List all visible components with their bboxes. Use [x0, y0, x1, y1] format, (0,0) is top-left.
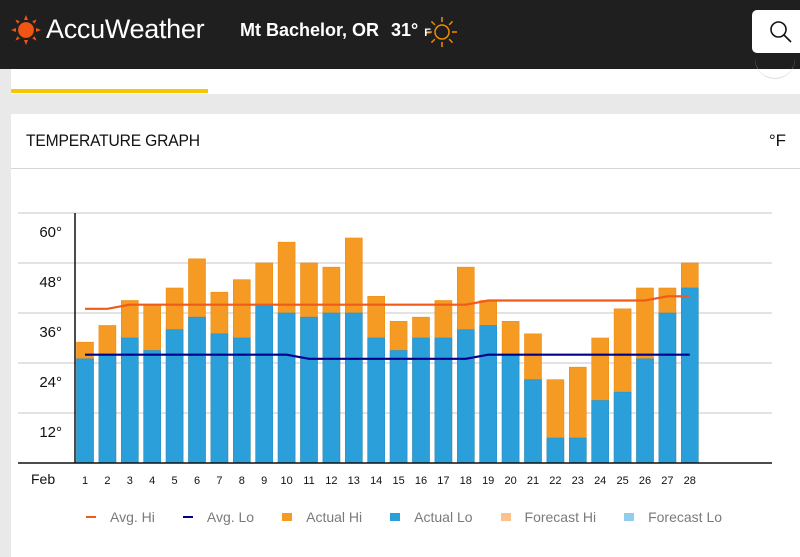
legend-swatch	[182, 516, 193, 518]
x-tick-label: 6	[194, 475, 200, 487]
x-tick-label: 11	[303, 475, 314, 487]
actual-lo-bar	[680, 287, 699, 464]
actual-lo-bar	[188, 316, 206, 464]
x-tick-label: 20	[504, 475, 516, 487]
actual-lo-bar	[143, 350, 161, 464]
y-tick-label: 36°	[39, 324, 62, 341]
x-tick-label: 16	[415, 475, 427, 487]
legend-label: Forecast Lo	[648, 509, 723, 525]
actual-lo-bar	[613, 391, 632, 464]
y-tick-label: 24°	[39, 374, 62, 391]
search-icon	[770, 21, 792, 43]
actual-lo-bar	[300, 316, 318, 464]
x-tick-label: 2	[104, 475, 110, 487]
x-tick-label: 18	[460, 475, 472, 487]
active-tab-indicator	[11, 89, 208, 93]
y-tick-label: 12°	[39, 424, 62, 441]
x-tick-label: 8	[239, 475, 245, 487]
brand-name: AccuWeather	[46, 14, 205, 44]
legend-item[interactable]: Actual Lo	[390, 509, 473, 525]
actual-lo-bar	[277, 312, 296, 464]
legend-label: Actual Hi	[306, 509, 363, 525]
x-tick-label: 10	[280, 475, 292, 487]
actual-lo-bar	[76, 358, 94, 464]
accuweather-sun-logo-icon	[11, 14, 41, 45]
chart-legend: Avg. Hi Avg. Lo Actual Hi Actual Lo Forecast…	[86, 509, 750, 525]
legend-label: Avg. Lo	[206, 509, 255, 525]
legend-swatch	[282, 513, 293, 521]
accuweather-logo[interactable]: AccuWeather	[11, 14, 205, 45]
sub-navigation	[11, 69, 800, 94]
x-tick-label: 28	[684, 475, 696, 487]
actual-lo-bar	[434, 337, 453, 464]
menu-button-edge[interactable]	[755, 49, 795, 79]
current-location[interactable]: Mt Bachelor, OR 31° F	[240, 20, 431, 41]
x-tick-label: 26	[639, 475, 651, 487]
actual-lo-bar	[658, 312, 677, 464]
actual-lo-bar	[165, 329, 184, 464]
actual-lo-bar	[546, 437, 565, 464]
legend-item[interactable]: Actual Hi	[282, 509, 362, 525]
x-tick-label: 25	[616, 475, 628, 487]
actual-lo-bar	[233, 337, 251, 464]
x-tick-label: 17	[437, 475, 449, 487]
legend-item[interactable]: Forecast Lo	[624, 509, 722, 525]
x-tick-label: 24	[594, 475, 606, 487]
x-tick-label: 27	[661, 475, 673, 487]
actual-lo-bar	[322, 312, 341, 464]
x-tick-label: 3	[127, 475, 133, 487]
legend-swatch	[390, 513, 401, 521]
legend-label: Avg. Hi	[110, 509, 155, 525]
temperature-chart: 12°24°36°48°60°1 2 3 4 5 6 7 8 9 10 11 12 13 14 15 16 17…	[18, 212, 772, 487]
current-temperature: 31°	[391, 20, 419, 40]
actual-lo-bar	[98, 354, 117, 464]
legend-item[interactable]: Avg. Hi	[86, 509, 155, 525]
legend-label: Forecast Hi	[524, 509, 597, 525]
actual-lo-bar	[636, 358, 654, 464]
sunny-icon	[426, 16, 458, 48]
temperature-graph-card: TEMPERATURE GRAPH °F 12° 24° 36° 48° 60° 1 2 3 4…	[11, 114, 800, 557]
legend-item[interactable]: Avg. Lo	[182, 509, 255, 525]
actual-lo-bar	[568, 437, 587, 464]
location-name: Mt Bachelor, OR	[240, 20, 380, 40]
top-bar: AccuWeather Mt Bachelor, OR 31° F	[0, 0, 800, 69]
actual-lo-bar	[524, 379, 542, 464]
y-tick-label: 60°	[39, 224, 62, 241]
x-tick-label: 12	[325, 475, 337, 487]
x-tick-label: 19	[482, 475, 494, 487]
actual-lo-bar	[210, 333, 229, 464]
x-tick-label: 22	[549, 475, 561, 487]
x-tick-label: 1	[82, 475, 88, 487]
legend-swatch	[624, 513, 635, 521]
x-tick-label: 7	[216, 475, 222, 487]
x-axis-label: Feb	[31, 471, 55, 487]
legend-swatch	[500, 513, 511, 521]
actual-lo-bar	[479, 325, 498, 464]
y-tick-label: 48°	[39, 274, 62, 291]
x-tick-label: 23	[572, 475, 584, 487]
actual-lo-bar	[591, 400, 610, 464]
actual-lo-bar	[389, 350, 408, 464]
actual-lo-bar	[121, 337, 139, 464]
search-button[interactable]	[752, 10, 800, 53]
legend-item[interactable]: Forecast Hi	[500, 509, 597, 525]
actual-lo-bar	[367, 337, 386, 464]
actual-lo-bar	[456, 329, 475, 464]
x-tick-label: 14	[370, 475, 382, 487]
actual-lo-bar	[501, 354, 520, 464]
x-tick-label: 5	[172, 475, 178, 487]
x-tick-label: 13	[348, 475, 360, 487]
actual-lo-bar	[344, 312, 363, 464]
x-tick-label: 4	[149, 475, 155, 487]
actual-lo-bar	[412, 337, 430, 464]
actual-lo-bar	[255, 304, 273, 464]
legend-swatch	[86, 516, 96, 518]
x-tick-label: 21	[527, 475, 539, 487]
legend-label: Actual Lo	[414, 509, 473, 525]
x-tick-label: 9	[261, 475, 267, 487]
x-tick-label: 15	[392, 475, 404, 487]
